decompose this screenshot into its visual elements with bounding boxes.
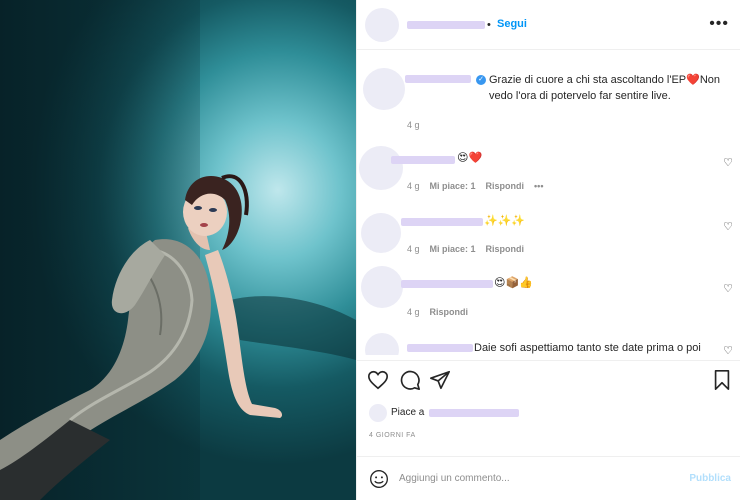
like-comment-heart-icon[interactable]: ♡ [723,282,733,295]
verified-badge-icon: ✓ [476,75,486,85]
commenter-username-redacted[interactable] [391,156,455,164]
comment-meta: 4 g [407,120,430,130]
comment-meta: 4 g Mi piace: 1 Rispondi ••• [407,181,553,191]
separator-dot: • [487,19,491,31]
post-action-bar [357,360,740,400]
likes-row: Piace a [357,400,740,430]
commenter-avatar[interactable] [361,266,403,308]
more-horizontal-icon[interactable]: ••• [709,15,729,33]
reply-button[interactable]: Rispondi [486,244,525,254]
reply-button[interactable]: Rispondi [430,307,469,317]
commenter-username-redacted[interactable] [405,75,471,83]
author-username-redacted[interactable] [407,21,485,29]
post-header: • Segui ••• [357,0,740,50]
comment-likes-count[interactable]: Mi piace: 1 [430,181,476,191]
like-comment-heart-icon[interactable]: ♡ [723,344,733,355]
comment-meta: 4 g Mi piace: 1 Rispondi [407,244,534,254]
commenter-avatar[interactable] [361,213,401,253]
comment-time: 4 g [407,307,420,317]
comment-time: 4 g [407,244,420,254]
comment-options-icon[interactable]: ••• [534,181,543,191]
comment-likes-count[interactable]: Mi piace: 1 [430,244,476,254]
comment-bubble-icon[interactable] [399,369,421,391]
commenter-username-redacted[interactable] [401,218,483,226]
comment-meta: 4 g Rispondi [407,307,478,317]
post-photo[interactable] [0,0,356,500]
bookmark-save-icon[interactable] [711,369,733,391]
commenter-username-redacted[interactable] [401,280,493,288]
post-sidebar: • Segui ••• ✓ Grazie di cuore a chi sta … [356,0,740,500]
comment-text: 😍❤️ [457,152,483,164]
reply-button[interactable]: Rispondi [486,181,525,191]
photo-figure [0,174,356,500]
author-avatar[interactable] [365,8,399,42]
liked-by-prefix: Piace a [391,407,425,418]
comment-time: 4 g [407,181,420,191]
comments-list: ✓ Grazie di cuore a chi sta ascoltando l… [357,50,740,355]
comment-input[interactable]: Aggiungi un commento... [399,473,510,484]
liked-by-username-redacted[interactable] [429,409,519,417]
commenter-avatar[interactable] [363,68,405,110]
like-heart-icon[interactable] [367,369,389,391]
commenter-username-redacted[interactable] [407,344,473,352]
commenter-avatar[interactable] [365,333,399,355]
comment-text: ✨✨✨ [484,215,526,227]
like-comment-heart-icon[interactable]: ♡ [723,156,733,169]
add-comment-bar: Aggiungi un commento... Pubblica [357,456,740,500]
post-date: 4 GIORNI FA [369,432,416,439]
comment-text: Daie sofi aspettiamo tanto ste date prim… [474,342,701,354]
follow-button[interactable]: Segui [497,18,527,30]
comment-text: 😍📦👍 [494,277,533,289]
emoji-smiley-icon[interactable] [369,469,389,489]
liked-by-text[interactable]: Piace a [391,407,424,418]
publish-button[interactable]: Pubblica [689,473,731,484]
comment-time: 4 g [407,120,420,130]
share-send-icon[interactable] [429,369,451,391]
liker-avatar[interactable] [369,404,387,422]
caption-text: Grazie di cuore a chi sta ascoltando l'E… [489,74,721,102]
commenter-avatar[interactable] [359,146,403,190]
like-comment-heart-icon[interactable]: ♡ [723,220,733,233]
